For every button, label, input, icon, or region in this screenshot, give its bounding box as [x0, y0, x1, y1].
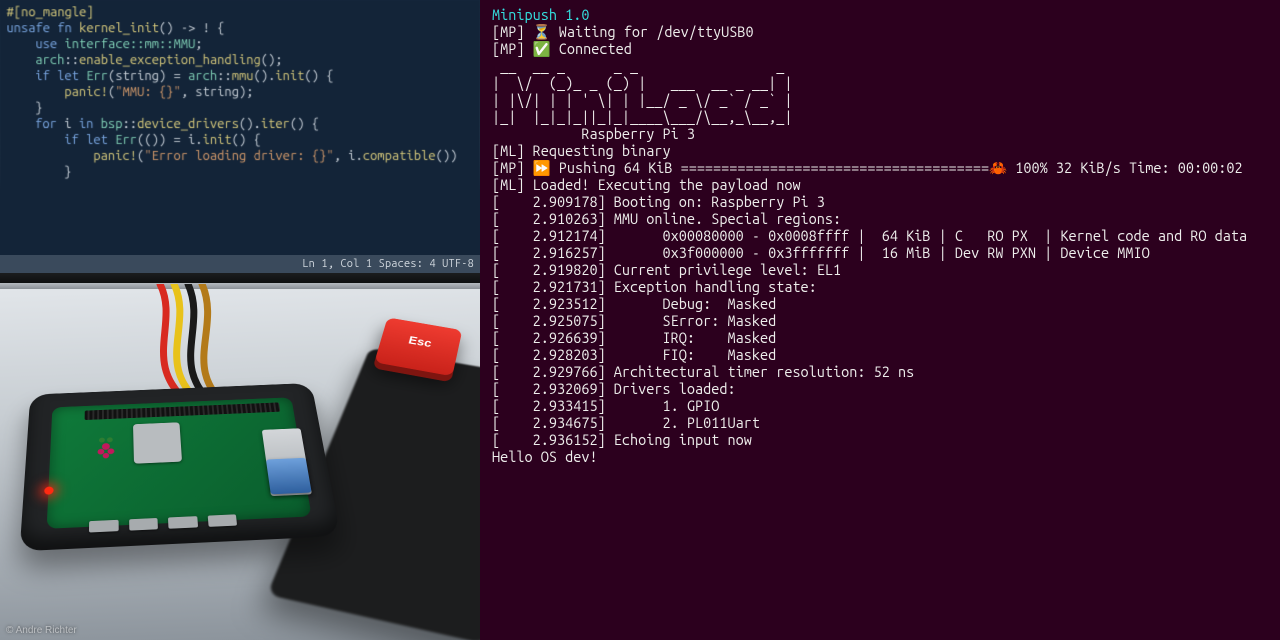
raspberry-pi [20, 383, 341, 551]
terminal-pane[interactable]: Minipush 1.0[MP] ⏳ Waiting for /dev/ttyU… [480, 0, 1280, 640]
monitor-bezel [0, 273, 480, 283]
code-editor-screen: #[no_mangle]unsafe fn kernel_init() -> !… [0, 0, 480, 272]
usb3-ports [266, 458, 312, 495]
power-led-icon [44, 486, 54, 494]
hardware-photo-pane: #[no_mangle]unsafe fn kernel_init() -> !… [0, 0, 480, 640]
photo-watermark: © Andre Richter [6, 625, 77, 636]
soc-chip [133, 422, 182, 463]
editor-statusbar: Ln 1, Col 1 Spaces: 4 UTF-8 [0, 255, 480, 273]
raspberry-pi-logo-icon [94, 435, 118, 461]
gpio-header [85, 402, 281, 420]
